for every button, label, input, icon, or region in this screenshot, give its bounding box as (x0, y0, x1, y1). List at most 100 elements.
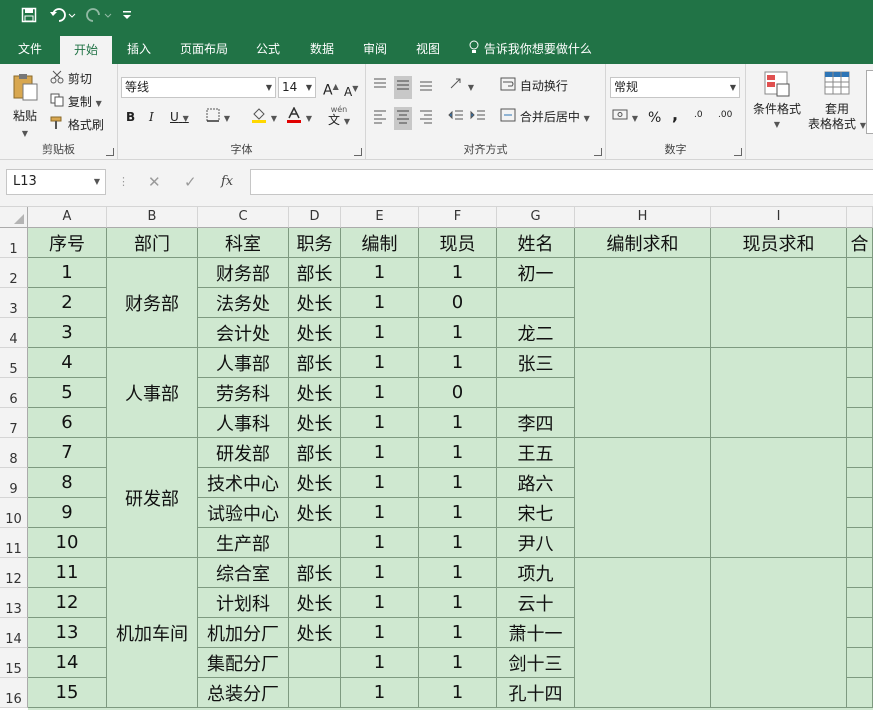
underline-button[interactable]: U ▼ (170, 108, 189, 128)
quota-cell[interactable]: 1 (341, 558, 419, 588)
font-size-select[interactable]: 14 ▼ (278, 77, 316, 98)
section-cell[interactable]: 试验中心 (198, 498, 289, 528)
seq-cell[interactable]: 15 (28, 678, 107, 708)
name-cell[interactable]: 王五 (497, 438, 575, 468)
align-top-button[interactable] (372, 76, 388, 97)
quota-cell[interactable]: 1 (341, 288, 419, 318)
partial-cell[interactable] (847, 528, 873, 558)
dialog-launcher-icon[interactable] (106, 148, 114, 156)
row-header-7[interactable]: 7 (0, 408, 28, 438)
row-header-5[interactable]: 5 (0, 348, 28, 378)
section-cell[interactable]: 机加分厂 (198, 618, 289, 648)
header-cell-I[interactable]: 现员求和 (711, 228, 847, 258)
name-cell[interactable]: 尹八 (497, 528, 575, 558)
number-format-select[interactable]: 常规 ▼ (610, 77, 740, 98)
redo-icon[interactable] (84, 7, 114, 27)
row-header-12[interactable]: 12 (0, 558, 28, 588)
name-cell[interactable]: 李四 (497, 408, 575, 438)
align-bottom-button[interactable] (418, 76, 434, 97)
position-cell[interactable]: 处长 (289, 588, 341, 618)
phonetic-button[interactable]: wén 文 ▼ (328, 104, 350, 127)
save-icon[interactable] (18, 7, 40, 27)
align-left-button[interactable] (372, 108, 388, 129)
enter-icon[interactable]: ✓ (184, 173, 197, 191)
name-cell[interactable]: 云十 (497, 588, 575, 618)
copy-button[interactable]: 复制 ▼ (50, 93, 102, 113)
name-cell[interactable]: 张三 (497, 348, 575, 378)
section-cell[interactable]: 研发部 (198, 438, 289, 468)
staff-sum-cell[interactable] (711, 258, 847, 348)
staff-cell[interactable]: 1 (419, 438, 497, 468)
section-cell[interactable]: 计划科 (198, 588, 289, 618)
position-cell[interactable]: 部长 (289, 558, 341, 588)
staff-cell[interactable]: 1 (419, 558, 497, 588)
section-cell[interactable]: 法务处 (198, 288, 289, 318)
partial-cell[interactable] (847, 618, 873, 648)
section-cell[interactable]: 人事科 (198, 408, 289, 438)
row-header-8[interactable]: 8 (0, 438, 28, 468)
section-cell[interactable]: 综合室 (198, 558, 289, 588)
staff-sum-cell[interactable] (711, 558, 847, 708)
section-cell[interactable]: 会计处 (198, 318, 289, 348)
tab-review[interactable]: 审阅 (355, 34, 395, 64)
staff-cell[interactable]: 0 (419, 378, 497, 408)
staff-cell[interactable]: 0 (419, 288, 497, 318)
header-cell-B[interactable]: 部门 (107, 228, 198, 258)
row-header-16[interactable]: 16 (0, 678, 28, 708)
staff-cell[interactable]: 1 (419, 498, 497, 528)
paste-button[interactable]: 粘贴 ▼ (8, 72, 42, 143)
position-cell[interactable]: 处长 (289, 288, 341, 318)
tab-insert[interactable]: 插入 (118, 34, 160, 64)
name-cell[interactable] (497, 288, 575, 318)
row-header-15[interactable]: 15 (0, 648, 28, 678)
cell-styles-partial[interactable] (866, 70, 873, 134)
name-cell[interactable]: 孔十四 (497, 678, 575, 708)
increase-decimal-button[interactable]: .0 (694, 110, 703, 120)
seq-cell[interactable]: 11 (28, 558, 107, 588)
header-cell-A[interactable]: 序号 (28, 228, 107, 258)
borders-button[interactable]: ▼ (206, 108, 230, 128)
staff-cell[interactable]: 1 (419, 618, 497, 648)
row-header-10[interactable]: 10 (0, 498, 28, 528)
seq-cell[interactable]: 5 (28, 378, 107, 408)
position-cell[interactable]: 处长 (289, 408, 341, 438)
position-cell[interactable]: 处长 (289, 498, 341, 528)
dialog-launcher-icon[interactable] (734, 148, 742, 156)
staff-cell[interactable]: 1 (419, 588, 497, 618)
fill-color-button[interactable]: ▼ (251, 107, 277, 128)
name-cell[interactable]: 龙二 (497, 318, 575, 348)
accounting-format-button[interactable]: ▼ (612, 108, 638, 128)
row-header-9[interactable]: 9 (0, 468, 28, 498)
seq-cell[interactable]: 9 (28, 498, 107, 528)
wrap-text-button[interactable]: 自动换行 (500, 77, 568, 96)
position-cell[interactable]: 处长 (289, 468, 341, 498)
decrease-font-button[interactable]: A▼ (344, 80, 358, 101)
position-cell[interactable] (289, 528, 341, 558)
column-header-C[interactable]: C (198, 207, 289, 228)
cut-button[interactable]: 剪切 (50, 70, 92, 89)
tab-formulas[interactable]: 公式 (248, 34, 288, 64)
quota-sum-cell[interactable] (575, 558, 711, 708)
quota-cell[interactable]: 1 (341, 318, 419, 348)
position-cell[interactable]: 处长 (289, 378, 341, 408)
comma-button[interactable]: , (672, 106, 678, 124)
format-as-table-button[interactable]: 套用 表格格式 ▼ (806, 70, 868, 133)
tab-file[interactable]: 文件 (10, 34, 50, 64)
align-middle-button[interactable] (394, 76, 412, 99)
partial-cell[interactable] (847, 348, 873, 378)
section-cell[interactable]: 财务部 (198, 258, 289, 288)
section-cell[interactable]: 集配分厂 (198, 648, 289, 678)
quota-sum-cell[interactable] (575, 258, 711, 348)
partial-cell[interactable] (847, 318, 873, 348)
dialog-launcher-icon[interactable] (354, 148, 362, 156)
quota-cell[interactable]: 1 (341, 408, 419, 438)
seq-cell[interactable]: 10 (28, 528, 107, 558)
name-cell[interactable]: 萧十一 (497, 618, 575, 648)
position-cell[interactable]: 部长 (289, 258, 341, 288)
header-cell-H[interactable]: 编制求和 (575, 228, 711, 258)
partial-cell[interactable] (847, 258, 873, 288)
quota-cell[interactable]: 1 (341, 588, 419, 618)
header-cell-J[interactable]: 合 (847, 228, 873, 258)
partial-cell[interactable] (847, 468, 873, 498)
staff-sum-cell[interactable] (711, 438, 847, 558)
